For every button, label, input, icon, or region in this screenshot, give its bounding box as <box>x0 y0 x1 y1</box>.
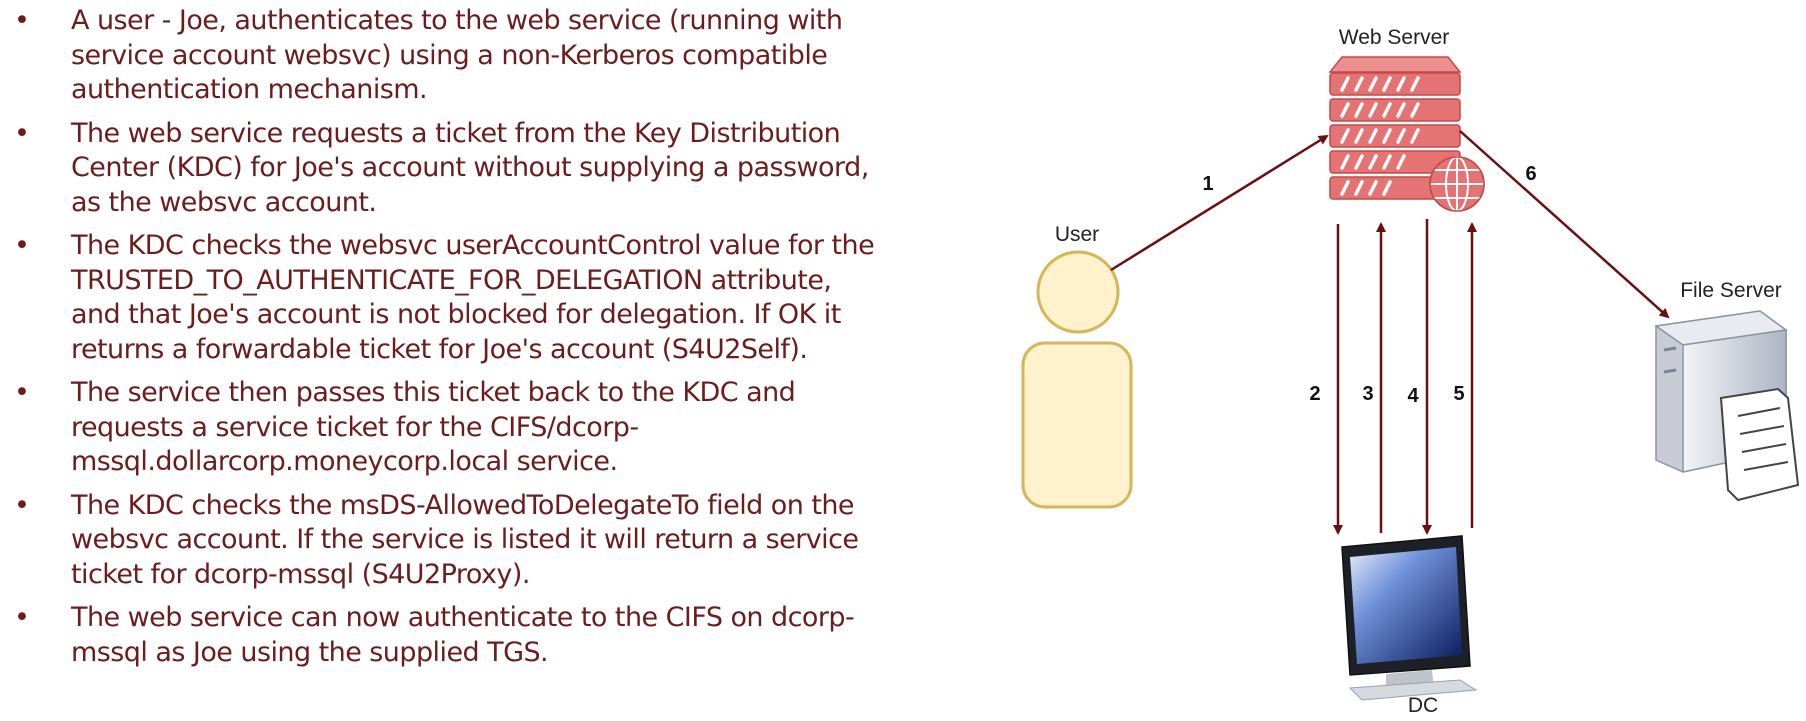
step-number-5: 5 <box>1453 383 1464 405</box>
step-number-6: 6 <box>1525 163 1536 185</box>
dc-monitor-icon <box>1341 535 1478 701</box>
user-label: User <box>1055 223 1099 246</box>
step-number-3: 3 <box>1362 383 1373 405</box>
file-server-icon <box>1654 310 1800 502</box>
web-server-icon <box>1328 56 1485 212</box>
file-server-label: File Server <box>1680 279 1782 302</box>
web-server-label: Web Server <box>1339 26 1450 49</box>
arrow-step-1 <box>1110 134 1329 272</box>
dc-label: DC <box>1408 694 1438 717</box>
user-icon <box>1021 250 1133 509</box>
constrained-delegation-diagram: Web Server User File Server DC 1 2 3 4 5… <box>1021 26 1800 717</box>
step-number-4: 4 <box>1407 385 1419 407</box>
step-number-1: 1 <box>1202 173 1213 195</box>
step-number-2: 2 <box>1309 383 1320 405</box>
arrow-step-6 <box>1459 130 1670 319</box>
